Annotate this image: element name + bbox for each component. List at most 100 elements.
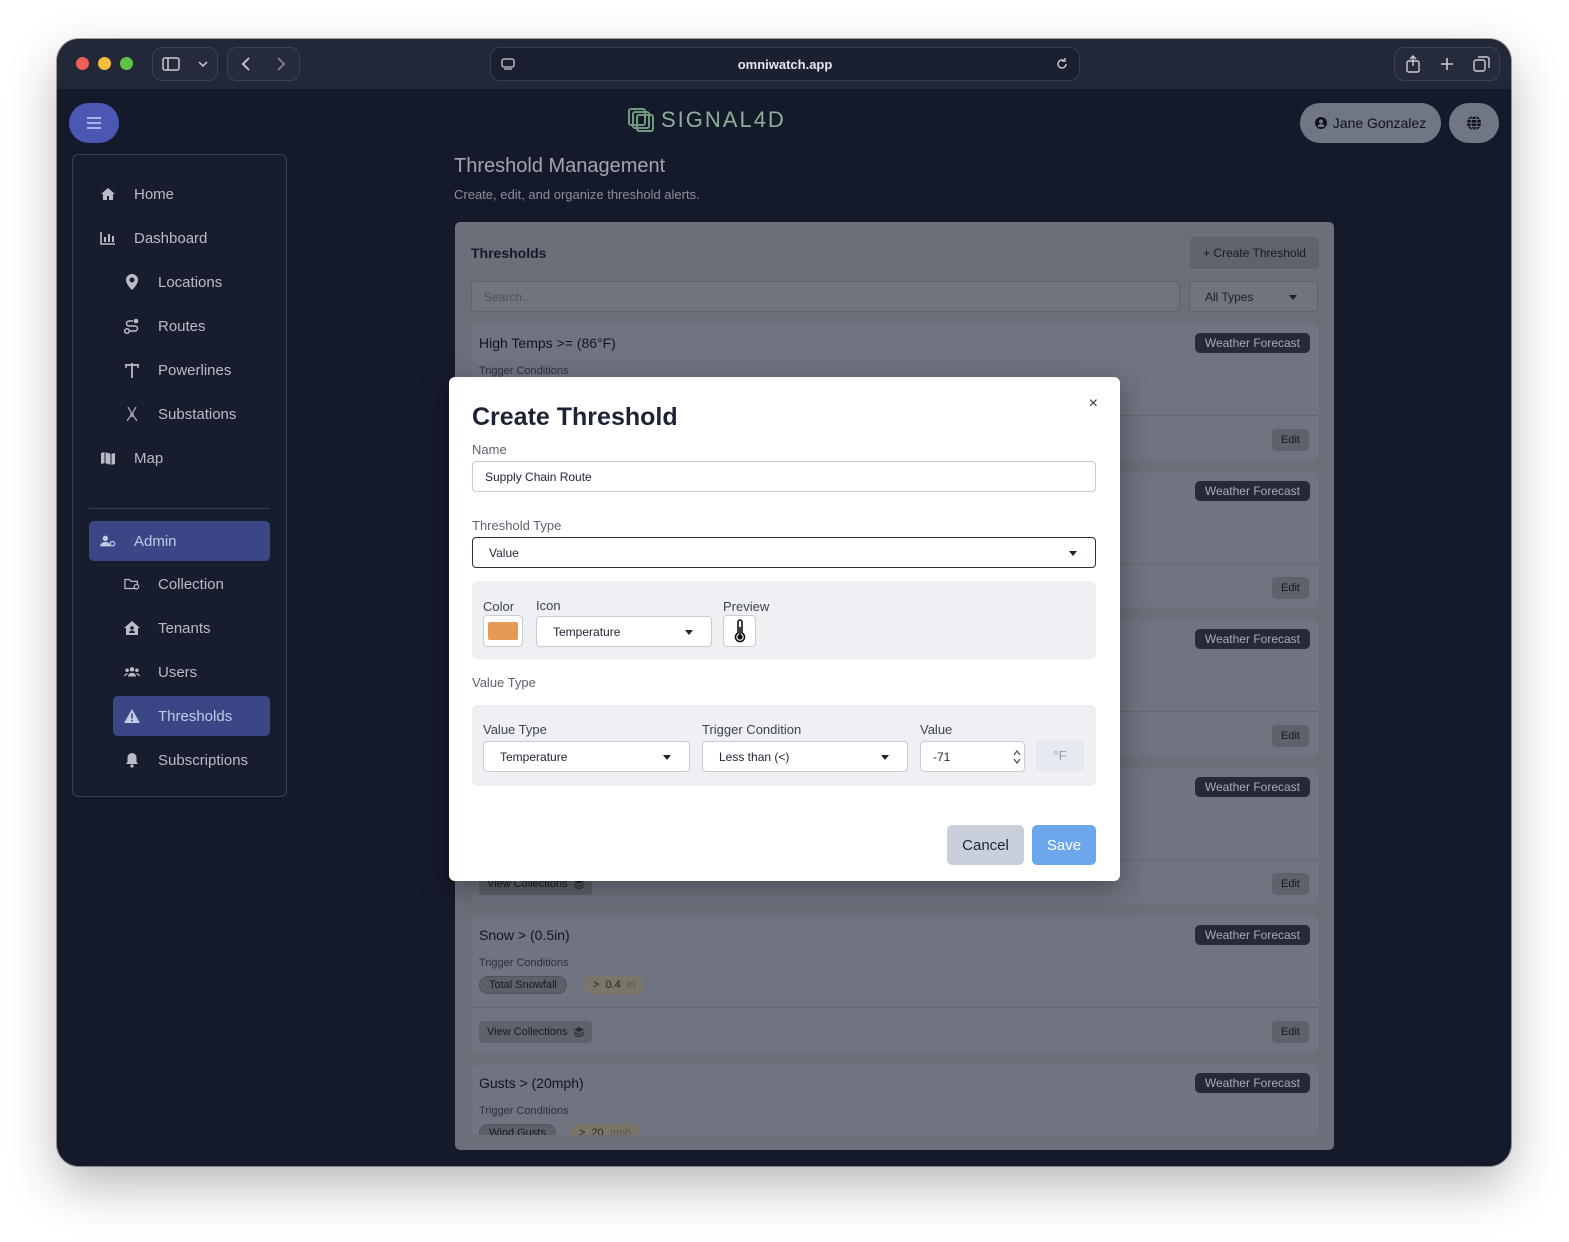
card-divider (471, 1007, 1318, 1008)
close-window-button[interactable] (76, 57, 89, 70)
condition-unit: in (626, 979, 636, 991)
view-collections-button[interactable]: View Collections (479, 1021, 592, 1043)
value-number-input[interactable]: -71 (920, 741, 1025, 772)
sidebar-item-label: Map (134, 449, 164, 467)
appearance-section: Color Icon Temperature Preview (472, 581, 1096, 660)
sidebar-item-routes[interactable]: Routes (124, 306, 206, 346)
sidebar-item-dashboard[interactable]: Dashboard (100, 218, 207, 258)
card-title: Gusts > (20mph) (479, 1075, 584, 1091)
trigger-condition-label: Trigger Condition (702, 722, 802, 737)
caret-down-icon (881, 755, 889, 760)
hamburger-icon (87, 117, 101, 129)
caret-down-icon (1289, 295, 1297, 300)
stepper-icon[interactable] (1013, 749, 1021, 765)
user-name: Jane Gonzalez (1332, 115, 1427, 131)
view-collections-label: View Collections (487, 1026, 568, 1038)
sidebar-item-tenants[interactable]: Tenants (124, 608, 211, 648)
trigger-conditions-label: Trigger Conditions (479, 957, 569, 969)
close-icon[interactable]: × (1089, 395, 1098, 413)
cancel-button[interactable]: Cancel (947, 825, 1024, 865)
edit-button[interactable]: Edit (1272, 725, 1309, 747)
type-filter-select[interactable]: All Types (1189, 281, 1318, 312)
edit-button[interactable]: Edit (1272, 577, 1309, 599)
sidebar-item-locations[interactable]: Locations (124, 262, 222, 302)
condition-unit: mph (609, 1127, 632, 1135)
value-label: Value (920, 722, 953, 737)
value-type-select[interactable]: Temperature (483, 741, 690, 772)
color-picker[interactable] (483, 615, 523, 647)
modal-title: Create Threshold (472, 403, 678, 431)
condition-chip: > 20 mph (570, 1124, 641, 1135)
new-tab-icon[interactable] (1440, 57, 1454, 71)
value-settings-section: Value Type Temperature Trigger Condition… (472, 705, 1096, 786)
share-icon[interactable] (1405, 55, 1421, 73)
condition-value: 0.4 (605, 979, 621, 991)
app-logo[interactable]: SIGNAL4D (627, 107, 786, 133)
tab-overview-icon[interactable] (1472, 55, 1490, 73)
power-tower-icon (125, 363, 139, 378)
create-threshold-button[interactable]: + Create Threshold (1190, 237, 1319, 269)
edit-button[interactable]: Edit (1272, 873, 1309, 895)
trigger-condition-value: Less than (<) (719, 749, 790, 764)
sidebar-item-label: Substations (158, 405, 237, 423)
page-title: Threshold Management (454, 155, 666, 177)
sidebar-item-label: Locations (158, 273, 223, 291)
icon-label: Icon (536, 598, 561, 613)
value-type-label: Value Type (483, 722, 547, 737)
user-circle-icon (1314, 117, 1327, 129)
route-icon (124, 318, 139, 334)
user-gear-icon (100, 535, 116, 547)
sidebar-item-collection[interactable]: Collection (124, 564, 224, 604)
threshold-type-select[interactable]: Value (472, 537, 1096, 568)
search-input[interactable]: Search... (471, 281, 1180, 312)
menu-button[interactable] (69, 103, 119, 143)
maximize-window-button[interactable] (120, 57, 133, 70)
back-arrow-icon[interactable] (241, 57, 251, 71)
minimize-window-button[interactable] (98, 57, 111, 70)
type-badge: Weather Forecast (1194, 925, 1310, 945)
history-nav (227, 47, 300, 81)
sidebar-item-substations[interactable]: Substations (124, 394, 236, 434)
sidebar-item-label: Thresholds (158, 707, 233, 725)
sidebar-divider (89, 508, 270, 509)
language-button[interactable] (1449, 103, 1499, 143)
sidebar-item-map[interactable]: Map (100, 438, 163, 478)
thermometer-icon (734, 619, 745, 643)
address-bar[interactable]: omniwatch.app (490, 47, 1080, 81)
caret-down-icon (685, 630, 693, 635)
caret-down-icon (1069, 551, 1077, 556)
sidebar-item-label: Subscriptions (158, 751, 249, 769)
threshold-type-value: Value (489, 545, 519, 560)
sidebar-item-label: Dashboard (134, 229, 208, 247)
sidebar-item-powerlines[interactable]: Powerlines (124, 350, 231, 390)
icon-preview (723, 615, 756, 647)
sidebar-item-users[interactable]: Users (124, 652, 197, 692)
folder-gear-icon (124, 578, 140, 590)
edit-button[interactable]: Edit (1272, 429, 1309, 451)
save-button[interactable]: Save (1032, 825, 1096, 865)
browser-actions (1394, 47, 1500, 81)
globe-icon (1467, 115, 1481, 131)
sidebar: Home Dashboard Locations Routes Powerlin… (72, 154, 287, 797)
sidebar-item-subscriptions[interactable]: Subscriptions (124, 740, 248, 780)
sidebar-toggle-button[interactable] (152, 47, 218, 81)
type-filter-value: All Types (1205, 289, 1254, 304)
panel-title: Thresholds (471, 245, 547, 261)
map-icon (101, 452, 115, 465)
forward-arrow-icon[interactable] (276, 57, 286, 71)
edit-button[interactable]: Edit (1272, 1021, 1309, 1043)
trigger-condition-select[interactable]: Less than (<) (702, 741, 908, 772)
name-field[interactable]: Supply Chain Route (472, 461, 1096, 492)
sidebar-item-admin[interactable]: Admin (89, 521, 270, 561)
url-text: omniwatch.app (737, 56, 833, 72)
sidebar-item-thresholds[interactable]: Thresholds (113, 696, 270, 736)
reload-icon[interactable] (1055, 56, 1069, 72)
map-pin-icon (126, 274, 138, 290)
condition-chip: > 0.4 in (584, 976, 645, 994)
site-settings-icon[interactable] (501, 56, 515, 72)
value-type-value: Temperature (500, 749, 568, 764)
user-menu-button[interactable]: Jane Gonzalez (1300, 103, 1441, 143)
icon-select[interactable]: Temperature (536, 616, 712, 647)
sidebar-item-home[interactable]: Home (100, 174, 174, 214)
preview-label: Preview (723, 599, 770, 614)
